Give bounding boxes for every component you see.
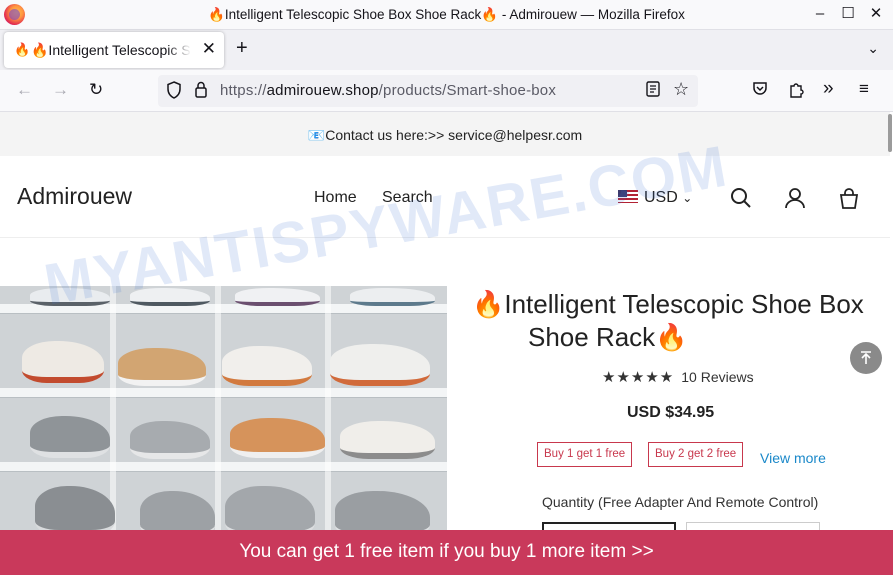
shoe bbox=[118, 348, 206, 386]
reader-view-icon[interactable] bbox=[646, 81, 660, 102]
shoe bbox=[235, 288, 320, 306]
web-page: 📧Contact us here:>> service@helpesr.com … bbox=[0, 112, 893, 575]
shoe bbox=[222, 346, 312, 386]
list-all-tabs-icon[interactable]: ⌄ bbox=[867, 40, 879, 57]
rating-stars-icon: ★★★★★ bbox=[602, 369, 675, 386]
shoe bbox=[30, 288, 110, 306]
tab-title: 🔥Intelligent Telescopic Shoe Box Shoe Ra… bbox=[31, 42, 191, 58]
shoe bbox=[35, 486, 115, 536]
navigation-toolbar: ← → ↻ https://admirouew.shop/products/Sm… bbox=[0, 70, 893, 112]
maximize-button[interactable]: ☐ bbox=[836, 3, 860, 25]
arrow-right-icon[interactable]: → bbox=[52, 80, 69, 100]
chevron-double-right-icon[interactable]: » bbox=[823, 78, 834, 100]
quantity-label: Quantity (Free Adapter And Remote Contro… bbox=[542, 494, 819, 510]
store-header: Admirouew Home Search USD ⌄ bbox=[0, 156, 890, 238]
shoe bbox=[350, 288, 435, 306]
page-scrollbar[interactable] bbox=[888, 114, 892, 152]
new-tab-button[interactable]: + bbox=[236, 37, 248, 60]
shoe bbox=[130, 288, 210, 306]
url-text[interactable]: https://admirouew.shop/products/Smart-sh… bbox=[220, 82, 556, 99]
minimize-button[interactable]: – bbox=[808, 3, 832, 25]
extensions-icon[interactable] bbox=[788, 81, 804, 103]
product-title-line2: Shoe Rack🔥 bbox=[528, 322, 688, 352]
lock-icon[interactable] bbox=[194, 81, 208, 103]
shoe bbox=[30, 416, 110, 458]
menu-link-home[interactable]: Home bbox=[314, 189, 357, 207]
close-window-button[interactable]: ✕ bbox=[864, 3, 888, 25]
account-icon[interactable] bbox=[783, 186, 807, 210]
offer-option-2[interactable]: Buy 2 get 2 free bbox=[648, 442, 744, 467]
currency-label: USD bbox=[644, 189, 678, 206]
us-flag-icon bbox=[618, 190, 638, 203]
menu-link-search[interactable]: Search bbox=[382, 189, 433, 207]
tab-active[interactable]: 🔥 🔥Intelligent Telescopic Shoe Box Shoe … bbox=[4, 32, 224, 68]
store-logo[interactable]: Admirouew bbox=[17, 183, 132, 210]
tracking-protection-icon[interactable] bbox=[166, 81, 182, 104]
cart-icon[interactable] bbox=[837, 186, 861, 210]
window-title: 🔥Intelligent Telescopic Shoe Box Shoe Ra… bbox=[208, 7, 685, 22]
shelf-divider bbox=[0, 388, 447, 398]
currency-selector[interactable]: USD ⌄ bbox=[618, 189, 692, 207]
shoe bbox=[330, 344, 430, 386]
product-title: 🔥Intelligent Telescopic Shoe Box Shoe Ra… bbox=[472, 288, 892, 354]
star-icon[interactable]: ☆ bbox=[673, 79, 689, 100]
view-more-link[interactable]: View more bbox=[760, 450, 826, 466]
pocket-icon[interactable] bbox=[752, 81, 768, 102]
arrow-left-icon[interactable]: ← bbox=[16, 80, 33, 100]
reload-icon[interactable]: ↻ bbox=[89, 80, 103, 100]
contact-announcement[interactable]: 📧Contact us here:>> service@helpesr.com bbox=[0, 112, 890, 156]
product-rating[interactable]: ★★★★★ 10 Reviews bbox=[602, 368, 754, 386]
search-icon[interactable] bbox=[729, 186, 753, 210]
address-bar[interactable]: https://admirouew.shop/products/Smart-sh… bbox=[158, 75, 698, 107]
chevron-down-icon: ⌄ bbox=[682, 191, 693, 205]
shoe bbox=[230, 418, 325, 458]
tab-close-icon[interactable]: ✕ bbox=[202, 39, 216, 59]
offer-option-1[interactable]: Buy 1 get 1 free bbox=[537, 442, 633, 467]
tab-strip: 🔥 🔥Intelligent Telescopic Shoe Box Shoe … bbox=[0, 30, 893, 70]
review-count: 10 Reviews bbox=[681, 369, 754, 385]
window-titlebar: 🔥Intelligent Telescopic Shoe Box Shoe Ra… bbox=[0, 0, 893, 30]
shoe bbox=[22, 341, 104, 383]
shoe bbox=[340, 421, 435, 459]
shoe bbox=[130, 421, 210, 459]
back-to-top-button[interactable] bbox=[850, 342, 882, 374]
promo-banner[interactable]: You can get 1 free item if you buy 1 mor… bbox=[0, 530, 893, 575]
hamburger-icon[interactable]: ≡ bbox=[859, 79, 869, 99]
product-title-line1: 🔥Intelligent Telescopic Shoe Box bbox=[472, 289, 864, 319]
shelf-divider bbox=[0, 462, 447, 472]
tab-favicon-icon: 🔥 bbox=[14, 42, 31, 57]
product-price: USD $34.95 bbox=[627, 404, 715, 421]
